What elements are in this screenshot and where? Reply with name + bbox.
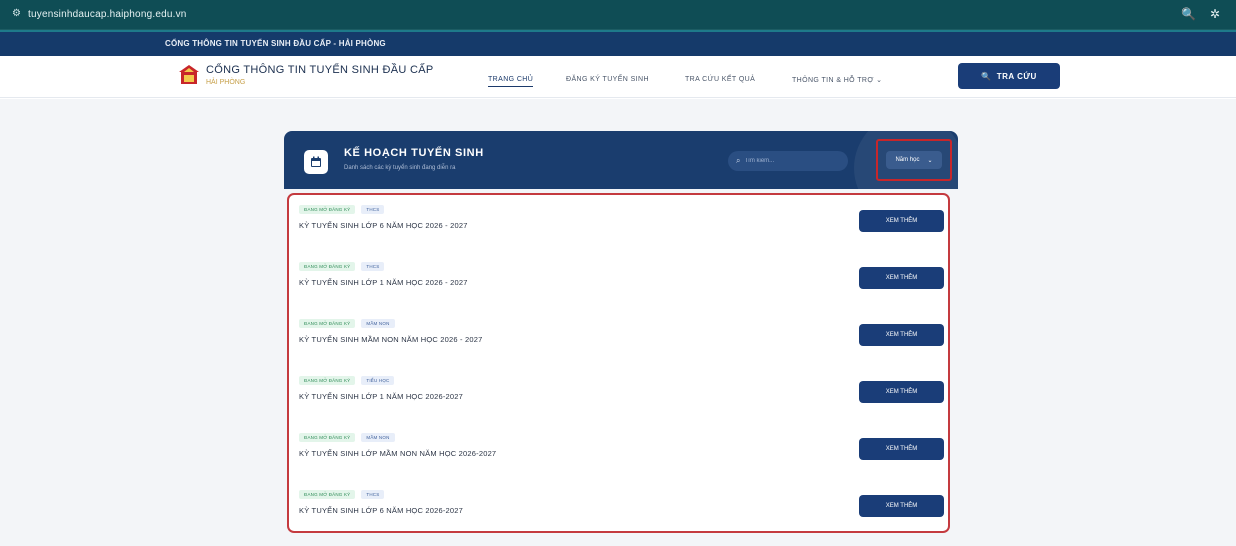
year-select-highlight: Năm học ⌄: [876, 139, 952, 181]
admission-name: KỲ TUYỂN SINH LỚP 1 NĂM HỌC 2026 - 2027: [299, 278, 468, 287]
panel-search-input[interactable]: [744, 158, 835, 164]
brand-title[interactable]: CỔNG THÔNG TIN TUYỂN SINH ĐẦU CẤP: [206, 64, 433, 76]
list-item: ĐANG MỞ ĐĂNG KÝ MẦM NON KỲ TUYỂN SINH LỚ…: [299, 423, 944, 479]
admission-name: KỲ TUYỂN SINH LỚP 6 NĂM HỌC 2026 - 2027: [299, 221, 468, 230]
extension-icon[interactable]: ✲: [1210, 7, 1220, 21]
admission-list: ĐANG MỞ ĐĂNG KÝ THCS KỲ TUYỂN SINH LỚP 6…: [287, 193, 950, 533]
view-more-button[interactable]: XEM THÊM: [859, 210, 944, 232]
list-item: ĐANG MỞ ĐĂNG KÝ THCS KỲ TUYỂN SINH LỚP 6…: [299, 195, 944, 251]
tra-cuu-label: TRA CỨU: [996, 71, 1037, 81]
search-icon: ⌕: [736, 156, 741, 165]
top-strip-text: CỔNG THÔNG TIN TUYỂN SINH ĐẦU CẤP - HẢI …: [165, 39, 386, 48]
view-more-button[interactable]: XEM THÊM: [859, 381, 944, 403]
zoom-icon[interactable]: 🔍: [1181, 7, 1196, 21]
search-icon: 🔍: [981, 71, 992, 81]
brand-subtitle: HẢI PHÒNG: [206, 79, 246, 86]
status-badge: ĐANG MỞ ĐĂNG KÝ: [299, 490, 356, 499]
nav-register[interactable]: ĐĂNG KÝ TUYỂN SINH: [566, 76, 649, 83]
top-strip: CỔNG THÔNG TIN TUYỂN SINH ĐẦU CẤP - HẢI …: [0, 30, 1236, 56]
admission-name: KỲ TUYỂN SINH LỚP MẦM NON NĂM HỌC 2026-2…: [299, 449, 497, 458]
list-item: ĐANG MỞ ĐĂNG KÝ THCS KỲ TUYỂN SINH LỚP 6…: [299, 480, 944, 536]
year-select[interactable]: Năm học ⌄: [886, 151, 942, 169]
level-badge: MẦM NON: [361, 319, 395, 328]
view-more-button[interactable]: XEM THÊM: [859, 324, 944, 346]
level-badge: MẦM NON: [361, 433, 395, 442]
nav-home[interactable]: TRANG CHỦ: [488, 76, 534, 87]
list-item: ĐANG MỞ ĐĂNG KÝ TIỂU HỌC KỲ TUYỂN SINH L…: [299, 366, 944, 422]
admission-name: KỲ TUYỂN SINH MẦM NON NĂM HỌC 2026 - 202…: [299, 335, 483, 344]
nav-lookup-results[interactable]: TRA CỨU KẾT QUẢ: [685, 76, 755, 83]
panel-title: KẾ HOẠCH TUYỂN SINH: [344, 147, 484, 159]
year-select-label: Năm học: [895, 157, 920, 163]
list-item: ĐANG MỞ ĐĂNG KÝ MẦM NON KỲ TUYỂN SINH MẦ…: [299, 309, 944, 365]
chevron-down-icon: ⌄: [927, 157, 933, 164]
view-more-button[interactable]: XEM THÊM: [859, 438, 944, 460]
status-badge: ĐANG MỞ ĐĂNG KÝ: [299, 433, 356, 442]
tra-cuu-button[interactable]: 🔍 TRA CỨU: [958, 63, 1060, 89]
url-text[interactable]: tuyensinhdaucap.haiphong.edu.vn: [28, 9, 187, 20]
nav-info-support[interactable]: THÔNG TIN & HỖ TRỢ ⌄: [792, 76, 882, 84]
panel-search[interactable]: ⌕: [728, 151, 848, 171]
level-badge: THCS: [361, 205, 385, 214]
level-badge: THCS: [361, 262, 385, 271]
status-badge: ĐANG MỞ ĐĂNG KÝ: [299, 376, 356, 385]
site-header: CỔNG THÔNG TIN TUYỂN SINH ĐẦU CẤP HẢI PH…: [0, 56, 1236, 98]
panel-subtitle: Danh sách các kỳ tuyển sinh đang diễn ra: [344, 165, 456, 171]
nav-info-support-label: THÔNG TIN & HỖ TRỢ: [792, 77, 874, 84]
status-badge: ĐANG MỞ ĐĂNG KÝ: [299, 319, 356, 328]
view-more-button[interactable]: XEM THÊM: [859, 267, 944, 289]
browser-address-bar: ⚙ tuyensinhdaucap.haiphong.edu.vn 🔍 ✲: [0, 0, 1236, 30]
school-logo-icon[interactable]: [178, 64, 200, 86]
status-badge: ĐANG MỞ ĐĂNG KÝ: [299, 205, 356, 214]
site-info-icon[interactable]: ⚙: [12, 9, 22, 19]
view-more-button[interactable]: XEM THÊM: [859, 495, 944, 517]
admission-plan-header: KẾ HOẠCH TUYỂN SINH Danh sách các kỳ tuy…: [284, 131, 958, 189]
admission-name: KỲ TUYỂN SINH LỚP 1 NĂM HỌC 2026-2027: [299, 392, 464, 401]
level-badge: TIỂU HỌC: [361, 376, 395, 385]
chevron-down-icon: ⌄: [876, 77, 883, 84]
admission-name: KỲ TUYỂN SINH LỚP 6 NĂM HỌC 2026-2027: [299, 506, 464, 515]
level-badge: THCS: [361, 490, 385, 499]
status-badge: ĐANG MỞ ĐĂNG KÝ: [299, 262, 356, 271]
calendar-icon: [304, 150, 328, 174]
list-item: ĐANG MỞ ĐĂNG KÝ THCS KỲ TUYỂN SINH LỚP 1…: [299, 252, 944, 308]
